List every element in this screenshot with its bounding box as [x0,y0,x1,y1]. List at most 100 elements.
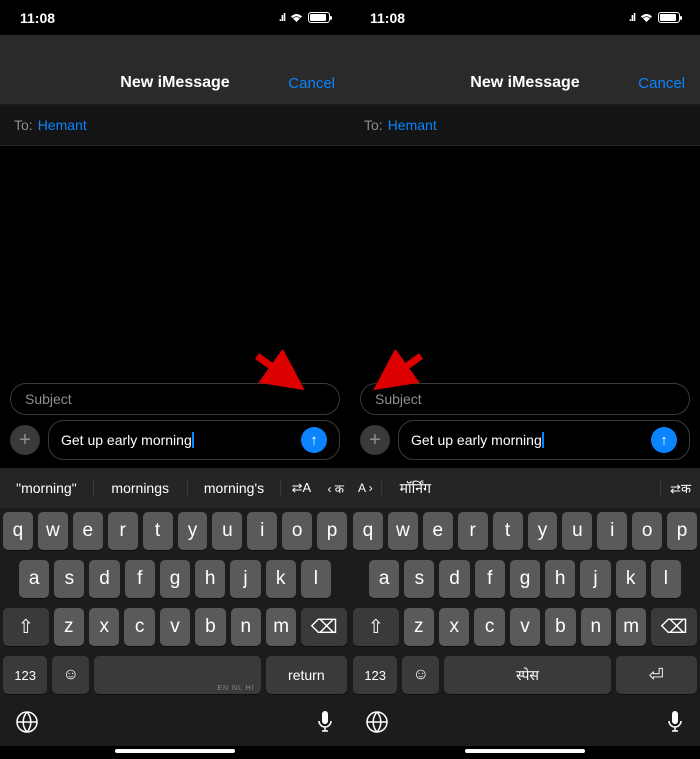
globe-icon[interactable] [15,710,39,740]
prediction-item[interactable]: mornings [94,480,188,496]
space-key[interactable]: स्पेस [444,656,610,694]
status-icons: .ıl [629,10,680,25]
nav-header: New iMessage Cancel [350,35,700,105]
key-e[interactable]: e [73,512,103,550]
emoji-key[interactable]: ☺ [402,656,439,694]
mic-icon[interactable] [665,710,685,740]
home-indicator[interactable] [115,749,235,753]
key-k[interactable]: k [266,560,296,598]
prediction-item[interactable]: "morning" [0,480,94,496]
key-j[interactable]: j [230,560,260,598]
backspace-key[interactable]: ⌫ [301,608,347,646]
multilingual-toggle-icon[interactable]: ⇄क [660,479,700,497]
key-v[interactable]: v [510,608,540,646]
to-field[interactable]: To: Hemant [0,105,350,146]
key-e[interactable]: e [423,512,453,550]
key-q[interactable]: q [353,512,383,550]
number-key[interactable]: 123 [3,656,47,694]
key-k[interactable]: k [616,560,646,598]
key-f[interactable]: f [475,560,505,598]
key-t[interactable]: t [143,512,173,550]
key-i[interactable]: i [247,512,277,550]
key-x[interactable]: x [439,608,469,646]
key-v[interactable]: v [160,608,190,646]
cancel-button[interactable]: Cancel [288,75,335,92]
cancel-button[interactable]: Cancel [638,75,685,92]
language-hint-button[interactable]: ‹ क [321,480,350,497]
key-w[interactable]: w [388,512,418,550]
send-button[interactable]: ↑ [651,427,677,453]
key-z[interactable]: z [54,608,84,646]
emoji-key[interactable]: ☺ [52,656,89,694]
multilingual-toggle-icon[interactable]: ⇄A [281,480,321,496]
key-s[interactable]: s [54,560,84,598]
key-a[interactable]: a [369,560,399,598]
key-p[interactable]: p [317,512,347,550]
page-title: New iMessage [120,74,229,92]
page-title: New iMessage [470,74,579,92]
key-t[interactable]: t [493,512,523,550]
key-h[interactable]: h [545,560,575,598]
message-input[interactable]: Get up early morning ↑ [398,420,690,460]
language-exit-button[interactable]: A › [350,481,382,495]
key-q[interactable]: q [3,512,33,550]
key-s[interactable]: s [404,560,434,598]
key-u[interactable]: u [212,512,242,550]
key-p[interactable]: p [667,512,697,550]
mic-icon[interactable] [315,710,335,740]
key-n[interactable]: n [581,608,611,646]
shift-key[interactable]: ⇧ [353,608,399,646]
key-n[interactable]: n [231,608,261,646]
space-key[interactable]: EN NL HI [94,656,260,694]
key-c[interactable]: c [474,608,504,646]
key-y[interactable]: y [178,512,208,550]
time: 11:08 [20,10,55,26]
key-b[interactable]: b [195,608,225,646]
key-m[interactable]: m [616,608,646,646]
key-l[interactable]: l [301,560,331,598]
return-key[interactable]: ⏎ [616,656,697,694]
key-a[interactable]: a [19,560,49,598]
key-o[interactable]: o [632,512,662,550]
key-g[interactable]: g [510,560,540,598]
key-m[interactable]: m [266,608,296,646]
send-button[interactable]: ↑ [301,427,327,453]
key-o[interactable]: o [282,512,312,550]
globe-icon[interactable] [365,710,389,740]
add-attachment-button[interactable]: + [10,425,40,455]
number-key[interactable]: 123 [353,656,397,694]
key-u[interactable]: u [562,512,592,550]
status-bar: 11:08 .ıl [0,0,350,35]
battery-icon [308,12,330,23]
key-r[interactable]: r [108,512,138,550]
home-indicator[interactable] [465,749,585,753]
key-z[interactable]: z [404,608,434,646]
key-w[interactable]: w [38,512,68,550]
prediction-item[interactable]: मॉर्निंग [382,479,660,498]
key-d[interactable]: d [89,560,119,598]
key-h[interactable]: h [195,560,225,598]
return-key[interactable]: return [266,656,347,694]
prediction-item[interactable]: morning's [188,480,282,496]
key-f[interactable]: f [125,560,155,598]
chat-area [350,146,700,375]
add-attachment-button[interactable]: + [360,425,390,455]
key-c[interactable]: c [124,608,154,646]
compose-area: Subject + Get up early morning ↑ [350,375,700,468]
key-i[interactable]: i [597,512,627,550]
to-field[interactable]: To: Hemant [350,105,700,146]
key-j[interactable]: j [580,560,610,598]
battery-icon [658,12,680,23]
key-b[interactable]: b [545,608,575,646]
shift-key[interactable]: ⇧ [3,608,49,646]
message-input[interactable]: Get up early morning ↑ [48,420,340,460]
backspace-key[interactable]: ⌫ [651,608,697,646]
key-g[interactable]: g [160,560,190,598]
key-d[interactable]: d [439,560,469,598]
subject-input[interactable]: Subject [360,383,690,415]
key-r[interactable]: r [458,512,488,550]
key-y[interactable]: y [528,512,558,550]
key-l[interactable]: l [651,560,681,598]
key-x[interactable]: x [89,608,119,646]
subject-input[interactable]: Subject [10,383,340,415]
